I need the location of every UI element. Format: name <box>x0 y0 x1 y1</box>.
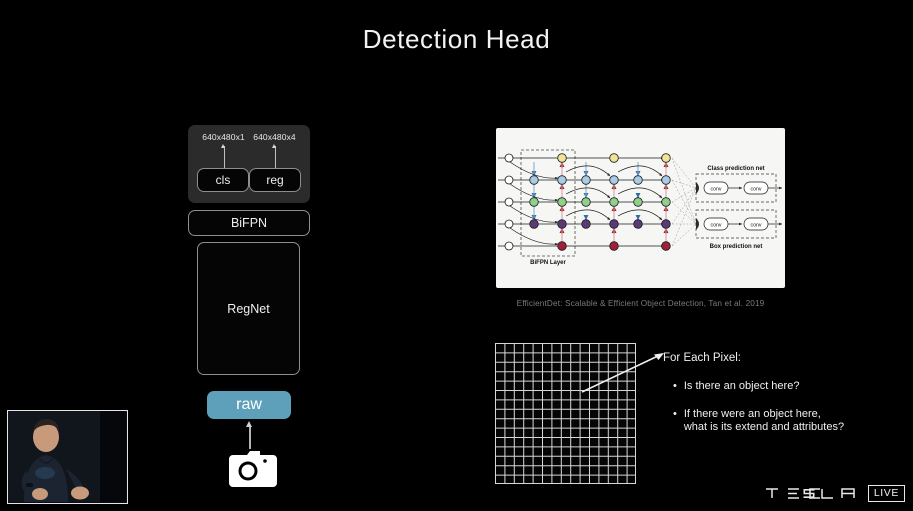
bullet-icon: • <box>673 380 677 392</box>
conv-label: conv <box>711 223 722 229</box>
cls-output-dim: 640x480x1 <box>202 132 245 142</box>
slide-root: Detection Head 640x480x1 640x480x4 cls r… <box>0 0 913 511</box>
pixel-grid <box>495 343 636 484</box>
head-box-row: cls reg <box>194 168 304 192</box>
efficientdet-architecture-figure: BiFPN Layer Class prediction net conv co… <box>496 128 785 288</box>
bifpn-neck-box: BiFPN <box>188 210 310 236</box>
conv-label: conv <box>751 223 762 229</box>
detection-head-panel: 640x480x1 640x480x4 cls reg <box>188 125 310 203</box>
head-arrow-row <box>194 142 304 168</box>
list-item: • Is there an object here? <box>663 380 903 394</box>
camera-icon <box>207 449 291 489</box>
raw-up-arrow-icon <box>207 419 291 449</box>
annotation-heading: For Each Pixel: <box>663 352 741 364</box>
presenter-video-thumbnail[interactable] <box>7 410 128 504</box>
class-prediction-net-label: Class prediction net <box>707 166 764 172</box>
reg-head-box: reg <box>249 168 301 192</box>
footer-branding: LIVE <box>764 484 905 502</box>
bullet-text-wrapper: If there were an object here, what is it… <box>684 408 844 435</box>
regnet-backbone-box: RegNet <box>197 242 300 375</box>
figure-caption: EfficientDet: Scalable & Efficient Objec… <box>516 299 765 308</box>
bifpn-layer-label: BiFPN Layer <box>530 260 566 266</box>
output-dimension-row: 640x480x1 640x480x4 <box>194 132 304 142</box>
bullet-text-line2: what is its extend and attributes? <box>683 421 845 433</box>
conv-label: conv <box>711 187 722 193</box>
annotation-block: For Each Pixel: • Is there an object her… <box>663 352 903 449</box>
reg-up-arrow-icon <box>249 142 300 168</box>
list-item: • If there were an object here, what is … <box>663 408 903 435</box>
tesla-wordmark <box>764 486 859 500</box>
cls-head-box: cls <box>197 168 249 192</box>
bullet-text-line1: If there were an object here, <box>683 407 821 420</box>
raw-input-box: raw <box>207 391 291 419</box>
page-title: Detection Head <box>362 24 551 54</box>
box-prediction-net-label: Box prediction net <box>710 244 763 250</box>
conv-label: conv <box>751 187 762 193</box>
reg-output-dim: 640x480x4 <box>253 132 296 142</box>
network-pipeline-diagram: 640x480x1 640x480x4 cls reg BiFPN RegNet… <box>188 125 310 489</box>
cls-up-arrow-icon <box>198 142 249 168</box>
bullet-text: Is there an object here? <box>683 380 800 392</box>
live-badge: LIVE <box>867 484 905 502</box>
bullet-icon: • <box>673 407 677 420</box>
